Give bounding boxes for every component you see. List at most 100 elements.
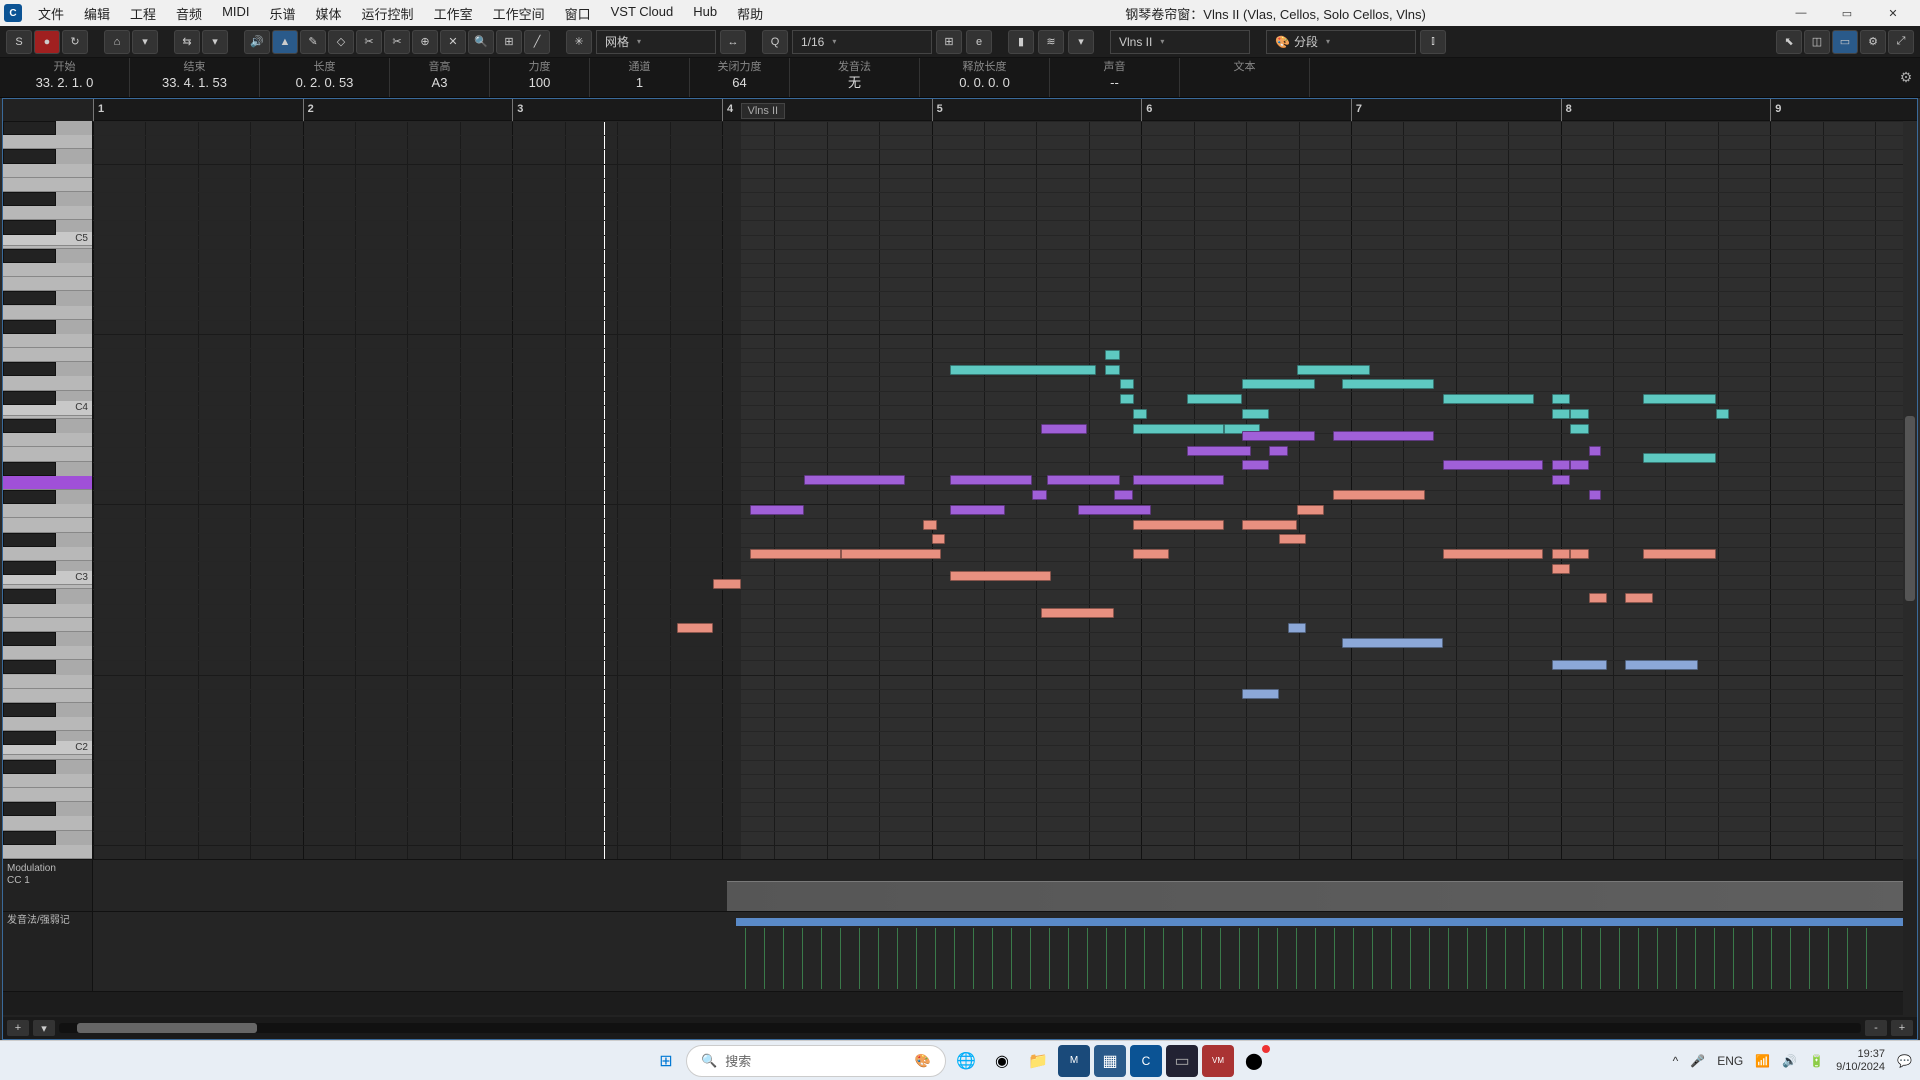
piano-key[interactable] — [3, 419, 56, 433]
chrome-icon[interactable]: ◉ — [986, 1045, 1018, 1077]
split-tool[interactable]: ✂ — [384, 30, 410, 54]
piano-key[interactable] — [3, 547, 92, 561]
midi-note[interactable] — [1120, 379, 1135, 389]
midi-note[interactable] — [1187, 446, 1251, 456]
menu-item[interactable]: 工作室 — [424, 1, 483, 26]
app3-icon[interactable]: ▭ — [1166, 1045, 1198, 1077]
midi-note[interactable] — [1552, 564, 1570, 574]
glue-tool[interactable]: ⊕ — [412, 30, 438, 54]
trim-tool[interactable]: ✂ — [356, 30, 382, 54]
midi-note[interactable] — [1047, 475, 1120, 485]
line-tool[interactable]: ╱ — [524, 30, 550, 54]
piano-key[interactable] — [3, 703, 56, 717]
midi-note[interactable] — [1625, 660, 1698, 670]
info-cell[interactable]: 发音法无 — [790, 58, 920, 97]
art-lane-header[interactable]: 发音法/强弱记 — [3, 912, 93, 991]
edge-icon[interactable]: 🌐 — [950, 1045, 982, 1077]
piano-key[interactable] — [3, 604, 92, 618]
piano-key[interactable] — [3, 476, 92, 490]
midi-note[interactable] — [750, 505, 805, 515]
midi-note[interactable] — [1269, 446, 1287, 456]
piano-key[interactable] — [3, 533, 56, 547]
piano-key[interactable] — [3, 362, 56, 376]
midi-note[interactable] — [1570, 409, 1588, 419]
layers-icon[interactable]: ≋ — [1038, 30, 1064, 54]
midi-note[interactable] — [1187, 394, 1242, 404]
piano-key[interactable] — [3, 774, 92, 788]
piano-key[interactable] — [3, 561, 56, 575]
horizontal-scrollbar[interactable] — [59, 1023, 1861, 1033]
piano-key[interactable] — [3, 391, 56, 405]
piano-key[interactable] — [3, 788, 92, 802]
menu-item[interactable]: 乐谱 — [260, 1, 306, 26]
piano-key[interactable] — [3, 689, 92, 703]
cc-lane-body[interactable] — [93, 860, 1903, 911]
piano-key[interactable] — [3, 802, 56, 816]
piano-key[interactable] — [3, 306, 92, 320]
info-gear-icon[interactable]: ⚙ — [1892, 58, 1920, 97]
piano-key[interactable] — [3, 589, 56, 603]
dropdown2-icon[interactable]: ▾ — [202, 30, 228, 54]
note-grid[interactable] — [93, 121, 1917, 859]
piano-key[interactable] — [3, 760, 56, 774]
menu-item[interactable]: 帮助 — [727, 1, 773, 26]
piano-key[interactable] — [3, 447, 92, 461]
midi-note[interactable] — [1570, 460, 1588, 470]
gear-icon[interactable]: ⚙ — [1860, 30, 1886, 54]
midi-note[interactable] — [950, 365, 1096, 375]
info-cell[interactable]: 释放长度0. 0. 0. 0 — [920, 58, 1050, 97]
piano-key[interactable] — [3, 632, 56, 646]
comp-tool[interactable]: ⊞ — [496, 30, 522, 54]
pointer-tool[interactable]: ▲ — [272, 30, 298, 54]
quantize-select[interactable]: 1/16▾ — [792, 30, 932, 54]
zoom-in-h[interactable]: + — [1891, 1020, 1913, 1036]
midi-note[interactable] — [1133, 520, 1224, 530]
modulation-curve[interactable] — [727, 881, 1904, 911]
midi-note[interactable] — [1297, 365, 1370, 375]
midi-note[interactable] — [1643, 549, 1716, 559]
piano-key[interactable] — [3, 149, 56, 163]
quantize-settings[interactable]: e — [966, 30, 992, 54]
menu-item[interactable]: 音频 — [166, 1, 212, 26]
piano-key[interactable] — [3, 376, 92, 390]
ruler[interactable]: Vlns II 123456789 — [93, 99, 1917, 121]
draw-tool[interactable]: ✎ — [300, 30, 326, 54]
piano-key[interactable] — [3, 192, 56, 206]
record-button[interactable]: ● — [34, 30, 60, 54]
battery-icon[interactable]: 🔋 — [1809, 1054, 1824, 1068]
midi-note[interactable] — [1297, 505, 1324, 515]
midi-note[interactable] — [1443, 549, 1543, 559]
info-cell[interactable]: 结束33. 4. 1. 53 — [130, 58, 260, 97]
wifi-icon[interactable]: 📶 — [1755, 1054, 1770, 1068]
lower-zone-icon[interactable]: ▭ — [1832, 30, 1858, 54]
midi-note[interactable] — [677, 623, 713, 633]
midi-note[interactable] — [1589, 446, 1602, 456]
quantize-icon[interactable]: Q — [762, 30, 788, 54]
piano-key[interactable] — [3, 731, 56, 745]
minimize-button[interactable]: — — [1778, 0, 1824, 26]
piano-key[interactable] — [3, 504, 92, 518]
midi-note[interactable] — [1552, 460, 1570, 470]
menu-item[interactable]: 运行控制 — [352, 1, 424, 26]
lang-indicator[interactable]: ENG — [1717, 1054, 1743, 1068]
volume-icon[interactable]: 🔊 — [1782, 1054, 1797, 1068]
zoom-out-h[interactable]: - — [1865, 1020, 1887, 1036]
midi-note[interactable] — [841, 549, 941, 559]
midi-note[interactable] — [1333, 431, 1433, 441]
mic-icon[interactable]: 🎤 — [1690, 1054, 1705, 1068]
menu-item[interactable]: VST Cloud — [601, 1, 684, 26]
midi-note[interactable] — [1041, 608, 1114, 618]
zoom-tool[interactable]: 🔍 — [468, 30, 494, 54]
piano-key[interactable] — [3, 220, 56, 234]
info-cell[interactable]: 文本 — [1180, 58, 1310, 97]
piano-key[interactable] — [3, 206, 92, 220]
maximize-button[interactable]: ▭ — [1824, 0, 1870, 26]
info-cell[interactable]: 通道1 — [590, 58, 690, 97]
midi-note[interactable] — [1105, 350, 1120, 360]
marker-icon[interactable]: ▮ — [1008, 30, 1034, 54]
midi-note[interactable] — [1078, 505, 1151, 515]
tray-chevron-icon[interactable]: ^ — [1673, 1054, 1679, 1068]
connect-icon[interactable]: ⇆ — [174, 30, 200, 54]
piano-key[interactable] — [3, 135, 92, 149]
piano-key[interactable] — [3, 646, 92, 660]
